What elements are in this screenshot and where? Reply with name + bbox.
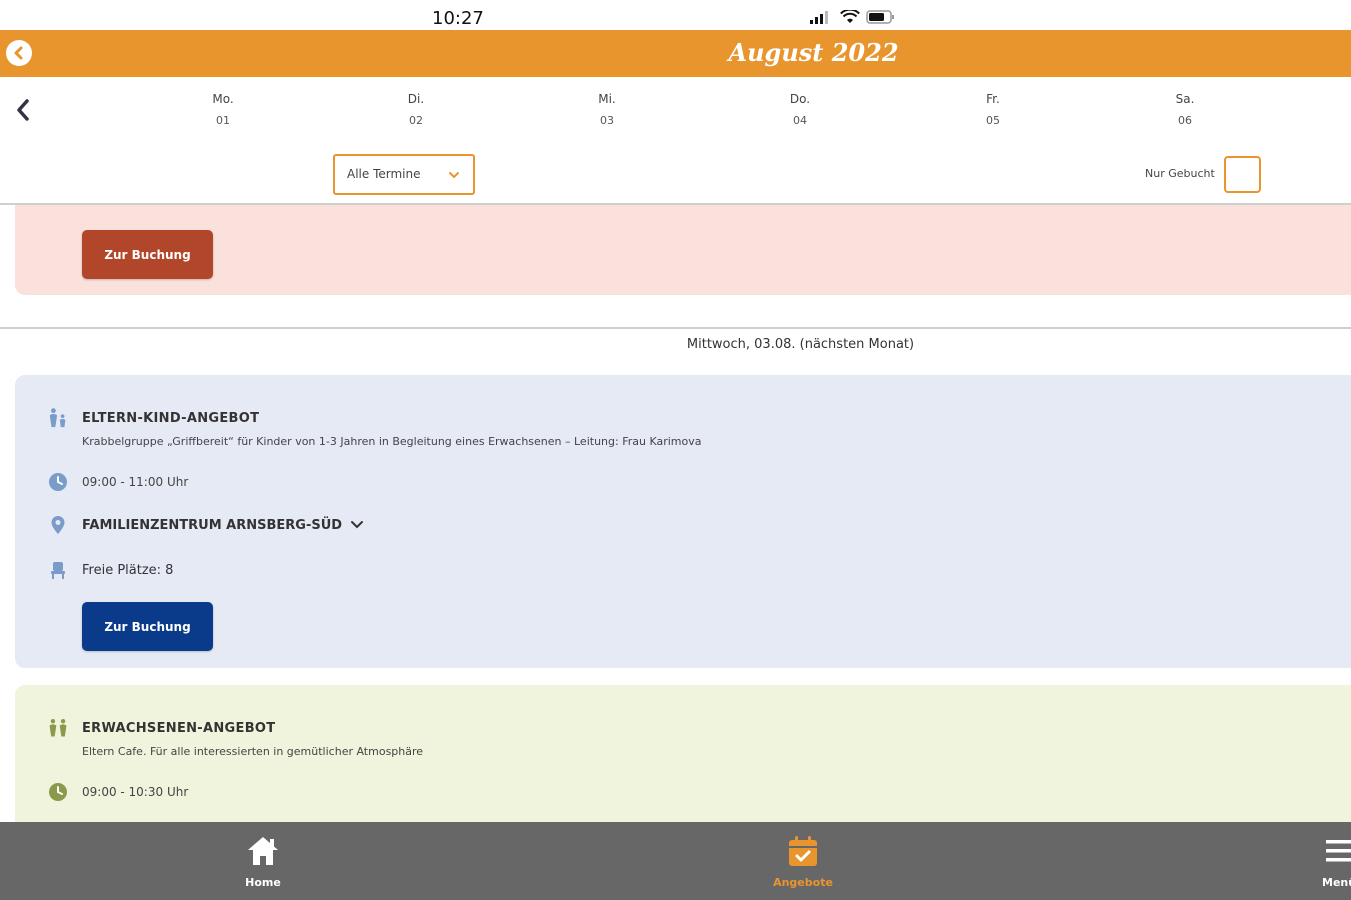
- chevron-left-icon: [17, 99, 29, 121]
- day-name: Do.: [789, 92, 811, 106]
- week-selector: Mo. 01 Di. 02 Mi. 03 Do. 04 Fr. 05 Sa. 0…: [0, 77, 1351, 147]
- status-bar: 10:27: [0, 0, 1351, 30]
- free-seats: Freie Plätze: 8: [82, 562, 174, 578]
- parent-child-icon: [47, 407, 69, 429]
- event-category: ELTERN-KIND-ANGEBOT: [82, 410, 260, 426]
- day-number: 06: [1178, 114, 1192, 127]
- nav-home-label: Home: [245, 876, 281, 889]
- event-time: 09:00 - 10:30 Uhr: [82, 785, 189, 799]
- select-value: Alle Termine: [347, 167, 421, 181]
- adults-icon: [47, 717, 69, 739]
- appointment-filter-select[interactable]: Alle Termine: [333, 154, 475, 195]
- date-divider: [0, 327, 1351, 329]
- day-number: 01: [216, 114, 230, 127]
- home-icon: [248, 837, 278, 865]
- bottom-navigation: Home Angebote Menü: [0, 822, 1351, 900]
- calendar-check-icon: [789, 836, 817, 866]
- event-description: Krabbelgruppe „Griffbereit“ für Kinder v…: [82, 435, 702, 448]
- booked-only-checkbox[interactable]: [1224, 156, 1261, 193]
- clock-icon: [47, 781, 69, 803]
- event-category: ERWACHSENEN-ANGEBOT: [82, 720, 276, 736]
- nav-menu-label: Menü: [1322, 876, 1351, 889]
- clock-icon: [47, 471, 69, 493]
- event-time-row: 09:00 - 11:00 Uhr: [47, 471, 188, 493]
- event-category-row: ERWACHSENEN-ANGEBOT: [47, 717, 275, 739]
- app-header: August 2022: [0, 30, 1351, 77]
- nav-offers[interactable]: Angebote: [763, 834, 843, 889]
- day-name: Mi.: [598, 92, 616, 106]
- event-category-row: ELTERN-KIND-ANGEBOT: [47, 407, 259, 429]
- status-time: 10:27: [432, 8, 484, 29]
- signal-icon: [810, 11, 828, 24]
- event-card: Zur Buchung: [15, 205, 1351, 295]
- event-time-row: 09:00 - 10:30 Uhr: [47, 781, 188, 803]
- day-name: Sa.: [1175, 92, 1195, 106]
- nav-home[interactable]: Home: [223, 834, 303, 889]
- chevron-down-icon: [449, 172, 459, 179]
- nav-menu[interactable]: Menü: [1322, 834, 1351, 889]
- day-saturday[interactable]: Sa. 06: [1155, 92, 1215, 127]
- event-time: 09:00 - 11:00 Uhr: [82, 475, 189, 489]
- hamburger-menu-icon: [1326, 840, 1351, 862]
- chevron-down-icon: [351, 521, 364, 529]
- event-card: ERWACHSENEN-ANGEBOT Eltern Cafe. Für all…: [15, 685, 1351, 822]
- event-list[interactable]: Zur Buchung Mittwoch, 03.08. (nächsten M…: [0, 205, 1351, 822]
- event-description: Eltern Cafe. Für alle interessierten in …: [82, 745, 424, 758]
- day-name: Di.: [407, 92, 425, 106]
- wifi-icon: [840, 10, 860, 23]
- day-wednesday[interactable]: Mi. 03: [577, 92, 637, 127]
- day-tuesday[interactable]: Di. 02: [386, 92, 446, 127]
- filter-bar: Alle Termine Nur Gebucht: [0, 147, 1351, 205]
- day-number: 05: [986, 114, 1000, 127]
- location-pin-icon: [47, 514, 69, 536]
- previous-week-button[interactable]: [12, 95, 34, 125]
- booking-button[interactable]: Zur Buchung: [82, 602, 213, 651]
- event-seats-row: Freie Plätze: 8: [47, 559, 173, 581]
- day-number: 03: [600, 114, 614, 127]
- event-location: FAMILIENZENTRUM ARNSBERG-SÜD: [82, 517, 343, 533]
- status-icons: [808, 10, 896, 24]
- app-screen: 10:27 August 2022 Mo. 01 Di. 02 Mi. 03 D…: [0, 0, 1351, 900]
- seat-icon: [47, 559, 69, 581]
- location-toggle[interactable]: FAMILIENZENTRUM ARNSBERG-SÜD: [82, 518, 364, 533]
- day-friday[interactable]: Fr. 05: [963, 92, 1023, 127]
- day-thursday[interactable]: Do. 04: [770, 92, 830, 127]
- month-title: August 2022: [728, 38, 899, 67]
- day-number: 04: [793, 114, 807, 127]
- day-monday[interactable]: Mo. 01: [193, 92, 253, 127]
- event-location-row: FAMILIENZENTRUM ARNSBERG-SÜD: [47, 514, 364, 536]
- event-card: ELTERN-KIND-ANGEBOT Krabbelgruppe „Griff…: [15, 375, 1351, 668]
- nav-offers-label: Angebote: [773, 876, 833, 889]
- booked-only-label: Nur Gebucht: [1145, 167, 1215, 180]
- day-number: 02: [409, 114, 423, 127]
- day-name: Fr.: [986, 92, 1000, 106]
- booking-button[interactable]: Zur Buchung: [82, 230, 213, 279]
- battery-icon: [866, 10, 894, 24]
- day-name: Mo.: [212, 92, 234, 106]
- date-heading: Mittwoch, 03.08. (nächsten Monat): [686, 337, 915, 352]
